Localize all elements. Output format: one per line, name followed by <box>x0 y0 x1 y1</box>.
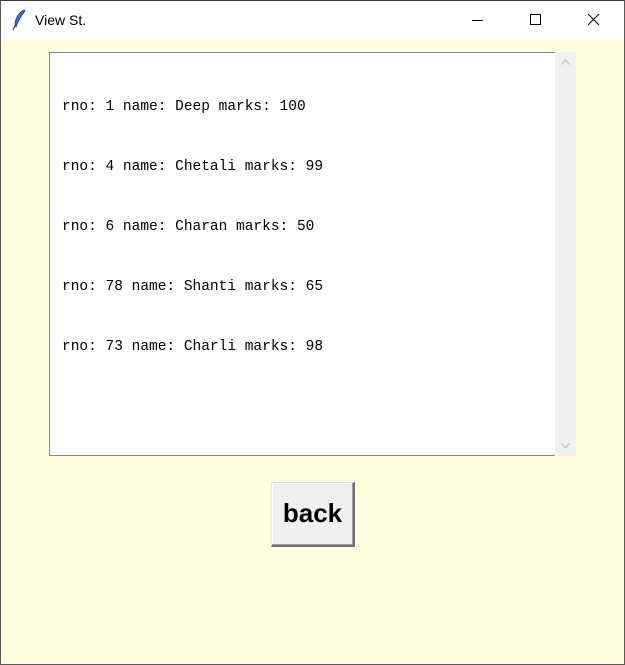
list-item[interactable]: rno: 1 name: Deep marks: 100 <box>62 97 323 117</box>
close-button[interactable] <box>566 1 624 39</box>
app-window: View St. rno: 1 name: Deep marks: 100 rn… <box>0 0 625 665</box>
feather-icon <box>10 9 28 31</box>
minimize-button[interactable] <box>450 1 508 39</box>
vertical-scrollbar[interactable] <box>555 52 576 456</box>
list-item[interactable]: rno: 6 name: Charan marks: 50 <box>62 217 323 237</box>
maximize-button[interactable] <box>508 1 566 39</box>
student-list: rno: 1 name: Deep marks: 100 rno: 4 name… <box>62 57 323 397</box>
scroll-down-button[interactable] <box>555 436 576 456</box>
list-item[interactable]: rno: 73 name: Charli marks: 98 <box>62 337 323 357</box>
list-item[interactable]: rno: 4 name: Chetali marks: 99 <box>62 157 323 177</box>
title-bar[interactable]: View St. <box>1 1 624 39</box>
back-button[interactable]: back <box>271 482 355 547</box>
window-title: View St. <box>35 12 87 28</box>
list-item[interactable]: rno: 78 name: Shanti marks: 65 <box>62 277 323 297</box>
student-listbox[interactable]: rno: 1 name: Deep marks: 100 rno: 4 name… <box>49 52 555 456</box>
scroll-up-button[interactable] <box>555 52 576 72</box>
